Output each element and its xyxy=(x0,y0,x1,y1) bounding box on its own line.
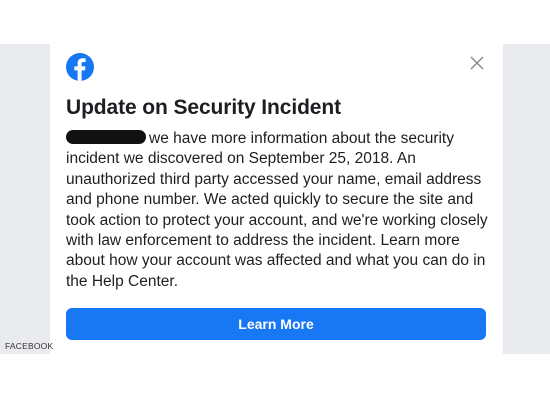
right-background-strip xyxy=(503,44,550,354)
redacted-name xyxy=(66,130,146,144)
dialog-title: Update on Security Incident xyxy=(66,96,342,119)
photo-credit: FACEBOOK xyxy=(5,341,54,351)
learn-more-button[interactable]: Learn More xyxy=(66,308,486,340)
dialog-message-text: we have more information about the secur… xyxy=(66,130,488,290)
close-icon[interactable] xyxy=(468,54,486,72)
left-background-strip xyxy=(0,44,50,354)
facebook-logo-icon xyxy=(66,53,94,81)
dialog-message: we have more information about the secur… xyxy=(66,129,491,292)
security-update-dialog: Update on Security Incident we have more… xyxy=(50,44,503,354)
